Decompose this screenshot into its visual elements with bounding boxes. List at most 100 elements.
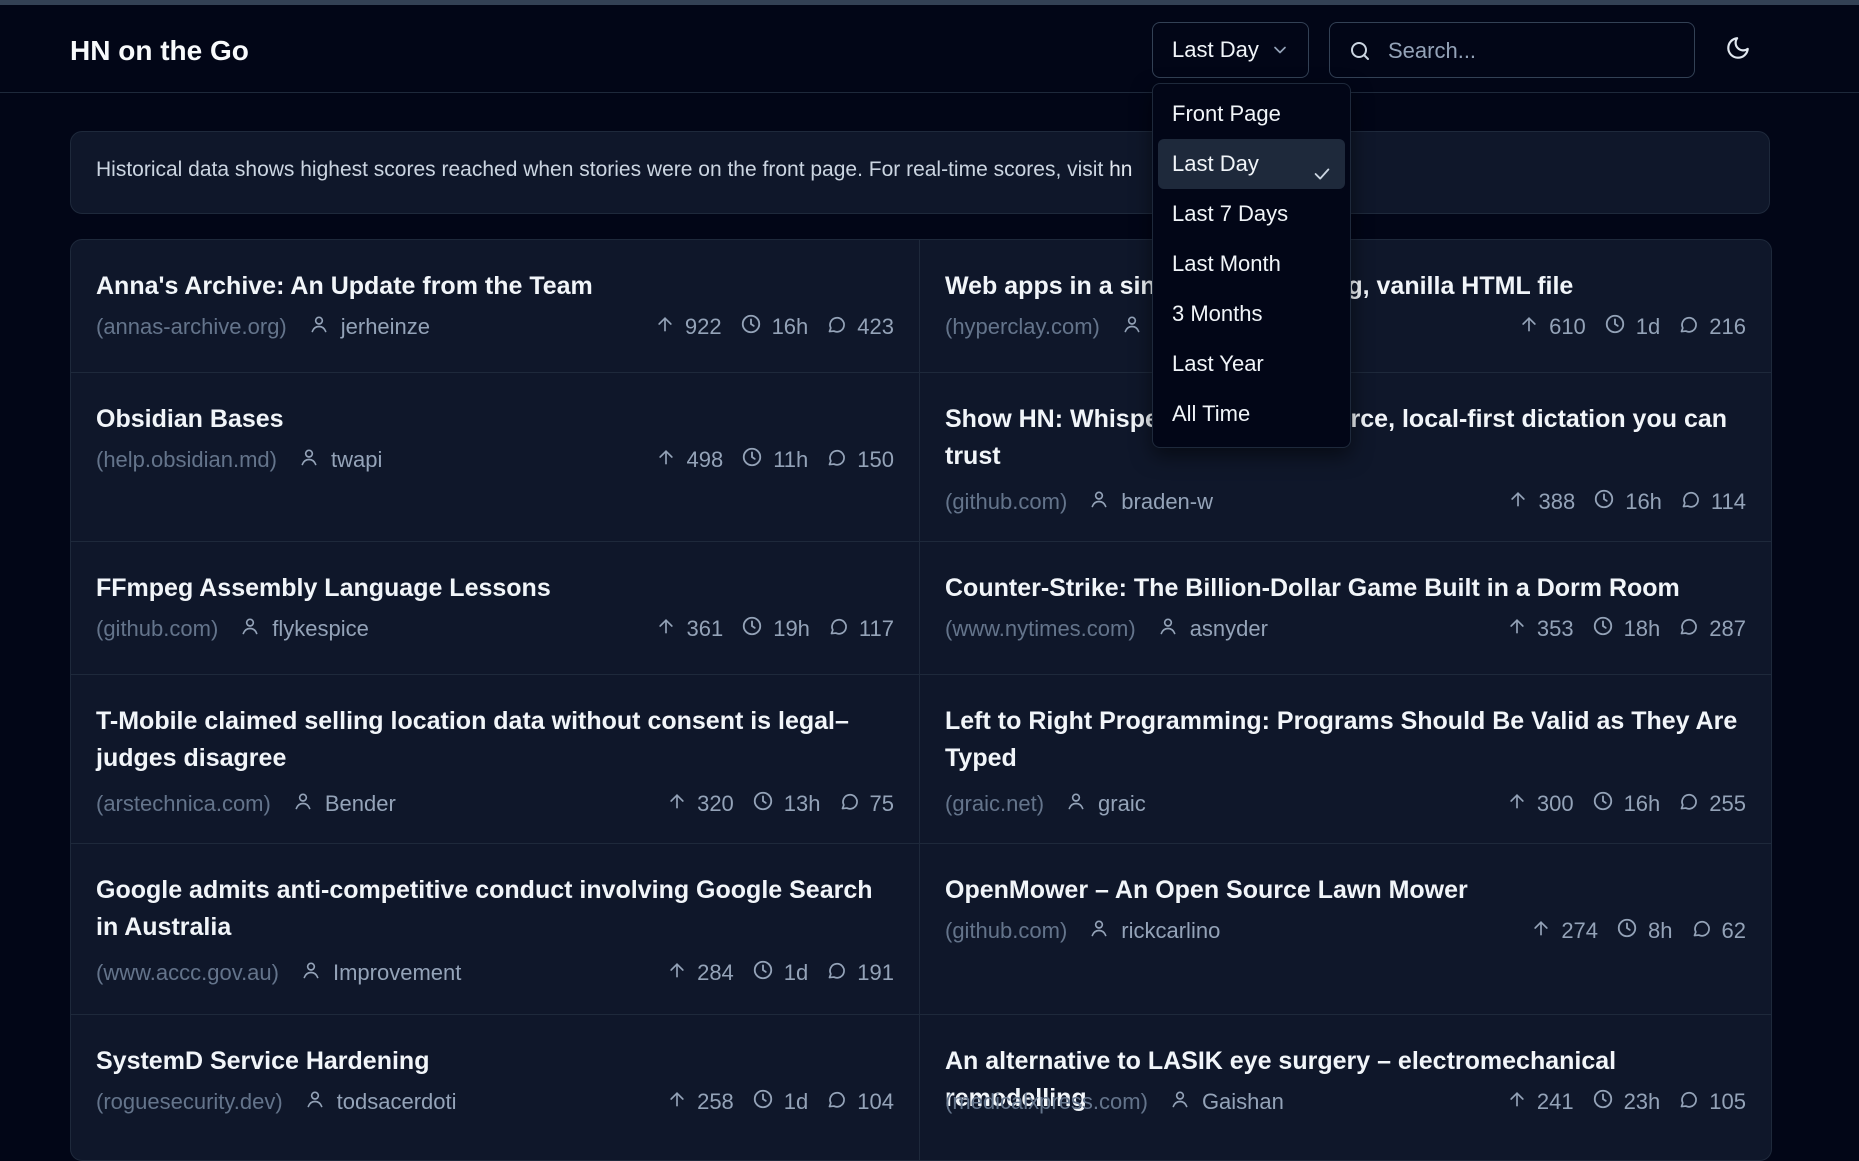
story-author[interactable]: twapi bbox=[299, 447, 382, 473]
story-author[interactable]: jerheinze bbox=[309, 314, 430, 340]
story-title[interactable]: Obsidian Bases bbox=[96, 401, 894, 438]
comments-stat[interactable]: 423 bbox=[826, 314, 894, 341]
story-card[interactable]: FFmpeg Assembly Language Lessons (github.… bbox=[71, 542, 920, 675]
story-title[interactable]: T-Mobile claimed selling location data w… bbox=[96, 703, 894, 777]
age-value: 1d bbox=[783, 1089, 809, 1114]
score-stat: 388 bbox=[1508, 489, 1575, 515]
story-author[interactable]: braden-w bbox=[1089, 489, 1213, 515]
story-domain[interactable]: (graic.net) bbox=[945, 791, 1044, 817]
comments-stat[interactable]: 117 bbox=[828, 616, 894, 643]
story-domain[interactable]: (help.obsidian.md) bbox=[96, 447, 277, 473]
score-value: 498 bbox=[686, 447, 724, 472]
story-domain[interactable]: (roguesecurity.dev) bbox=[96, 1089, 283, 1115]
story-domain[interactable]: (hyperclay.com) bbox=[945, 314, 1100, 340]
clock-icon bbox=[1592, 1088, 1624, 1116]
story-title[interactable]: FFmpeg Assembly Language Lessons bbox=[96, 570, 894, 607]
search-icon bbox=[1348, 39, 1372, 68]
story-card[interactable]: T-Mobile claimed selling location data w… bbox=[71, 675, 920, 844]
story-title[interactable]: Counter-Strike: The Billion-Dollar Game … bbox=[945, 570, 1746, 607]
score-value: 284 bbox=[697, 960, 734, 985]
story-card[interactable]: Anna's Archive: An Update from the Team (… bbox=[71, 240, 920, 373]
story-grid: Anna's Archive: An Update from the Team (… bbox=[70, 239, 1772, 1161]
time-filter-option[interactable]: Last Day bbox=[1158, 139, 1345, 189]
comments-stat[interactable]: 114 bbox=[1680, 489, 1746, 516]
comments-stat[interactable]: 255 bbox=[1678, 791, 1746, 818]
app-header: HN on the Go Last Day bbox=[0, 5, 1859, 93]
comments-value: 105 bbox=[1709, 1089, 1746, 1114]
arrow-up-icon bbox=[667, 791, 697, 817]
comments-stat[interactable]: 150 bbox=[826, 447, 894, 474]
story-card[interactable]: Obsidian Bases (help.obsidian.md) twapi 498… bbox=[71, 373, 920, 542]
story-card[interactable]: An alternative to LASIK eye surgery – el… bbox=[920, 1015, 1771, 1160]
story-title[interactable]: Left to Right Programming: Programs Shou… bbox=[945, 703, 1746, 777]
user-icon bbox=[1122, 314, 1154, 340]
chevron-down-icon bbox=[1270, 40, 1290, 66]
theme-toggle-button[interactable] bbox=[1725, 35, 1755, 65]
age-value: 11h bbox=[773, 447, 809, 472]
story-domain[interactable]: (www.nytimes.com) bbox=[945, 616, 1136, 642]
story-author[interactable]: asnyder bbox=[1158, 616, 1268, 642]
time-filter-option[interactable]: Last Year bbox=[1158, 339, 1345, 389]
story-author[interactable]: flykespice bbox=[240, 616, 369, 642]
story-card[interactable]: Counter-Strike: The Billion-Dollar Game … bbox=[920, 542, 1771, 675]
story-stats: 320 13h 75 bbox=[649, 790, 894, 818]
time-filter-option[interactable]: Last 7 Days bbox=[1158, 189, 1345, 239]
author-name: flykespice bbox=[272, 616, 369, 641]
story-domain[interactable]: (annas-archive.org) bbox=[96, 314, 287, 340]
story-author[interactable]: todsacerdoti bbox=[305, 1089, 457, 1115]
user-icon bbox=[240, 616, 272, 642]
story-card[interactable]: Google admits anti-competitive conduct i… bbox=[71, 844, 920, 1015]
age-value: 13h bbox=[783, 791, 821, 816]
author-name: asnyder bbox=[1189, 616, 1268, 641]
story-domain[interactable]: (github.com) bbox=[945, 918, 1067, 944]
story-card[interactable]: OpenMower – An Open Source Lawn Mower (gi… bbox=[920, 844, 1771, 1015]
comments-stat[interactable]: 191 bbox=[826, 960, 894, 987]
story-title[interactable]: SystemD Service Hardening bbox=[96, 1043, 894, 1080]
notice-link[interactable]: hn bbox=[1109, 158, 1132, 181]
user-icon bbox=[1089, 918, 1121, 944]
story-meta: (github.com) rickcarlino 274 8h 62 bbox=[945, 916, 1746, 946]
story-stats: 610 1d 216 bbox=[1501, 313, 1746, 341]
user-icon bbox=[1066, 791, 1098, 817]
story-card[interactable]: Left to Right Programming: Programs Shou… bbox=[920, 675, 1771, 844]
story-title[interactable]: Google admits anti-competitive conduct i… bbox=[96, 872, 894, 946]
time-filter-option[interactable]: 3 Months bbox=[1158, 289, 1345, 339]
story-author[interactable]: rickcarlino bbox=[1089, 918, 1220, 944]
comments-stat[interactable]: 62 bbox=[1691, 918, 1746, 945]
author-name: twapi bbox=[330, 447, 383, 472]
score-stat: 241 bbox=[1507, 1089, 1574, 1115]
comments-stat[interactable]: 75 bbox=[839, 791, 894, 818]
story-domain[interactable]: (github.com) bbox=[945, 489, 1067, 515]
comment-icon bbox=[828, 616, 859, 643]
time-filter-option[interactable]: All Time bbox=[1158, 389, 1345, 439]
comments-value: 114 bbox=[1710, 489, 1746, 514]
time-filter-select[interactable]: Last Day bbox=[1152, 22, 1309, 78]
comments-value: 104 bbox=[857, 1089, 894, 1114]
comments-stat[interactable]: 216 bbox=[1678, 314, 1746, 341]
story-domain[interactable]: (www.accc.gov.au) bbox=[96, 960, 279, 986]
time-filter-option[interactable]: Last Month bbox=[1158, 239, 1345, 289]
story-author[interactable]: Bender bbox=[293, 791, 396, 817]
search-input[interactable] bbox=[1386, 33, 1680, 69]
app-title[interactable]: HN on the Go bbox=[70, 35, 249, 67]
age-stat: 23h bbox=[1592, 1088, 1660, 1116]
story-author[interactable]: graic bbox=[1066, 791, 1146, 817]
clock-icon bbox=[1604, 313, 1636, 341]
story-title[interactable]: Anna's Archive: An Update from the Team bbox=[96, 268, 894, 305]
story-author[interactable]: Improvement bbox=[301, 960, 461, 986]
story-card[interactable]: SystemD Service Hardening (roguesecurity.… bbox=[71, 1015, 920, 1160]
story-author[interactable]: Gaishan bbox=[1170, 1089, 1284, 1115]
age-stat: 11h bbox=[741, 446, 808, 474]
score-stat: 361 bbox=[656, 616, 723, 642]
story-title[interactable]: OpenMower – An Open Source Lawn Mower bbox=[945, 872, 1746, 909]
story-domain[interactable]: (arstechnica.com) bbox=[96, 791, 271, 817]
score-stat: 320 bbox=[667, 791, 734, 817]
score-stat: 353 bbox=[1507, 616, 1574, 642]
time-filter-option[interactable]: Front Page bbox=[1158, 89, 1345, 139]
story-domain[interactable]: (github.com) bbox=[96, 616, 218, 642]
age-stat: 18h bbox=[1592, 615, 1660, 643]
comments-stat[interactable]: 104 bbox=[826, 1089, 894, 1116]
comments-stat[interactable]: 287 bbox=[1678, 616, 1746, 643]
story-domain[interactable]: (medicalxpress.com) bbox=[945, 1089, 1148, 1115]
comments-stat[interactable]: 105 bbox=[1678, 1089, 1746, 1116]
